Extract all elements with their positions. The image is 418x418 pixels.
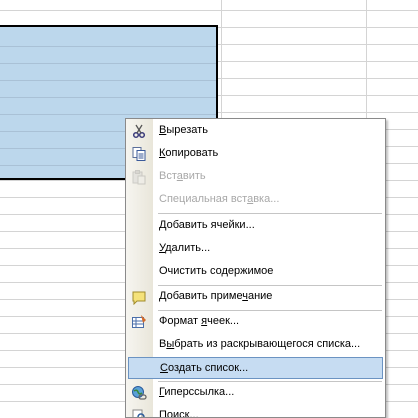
menu-item-cut[interactable]: Вырезать [128, 120, 383, 142]
menu-separator [158, 213, 382, 214]
selection-row-line [0, 63, 216, 64]
menu-item-label: Добавить примечание [159, 290, 273, 302]
selection-row-line [0, 46, 216, 47]
hyperlink-icon [131, 385, 147, 401]
menu-item-label: Вставить [159, 170, 206, 182]
menu-item-research[interactable]: Поиск... [128, 405, 383, 418]
comment-icon [131, 289, 147, 306]
menu-item-label: Копировать [159, 147, 219, 159]
menu-item-label: Специальная вставка... [159, 193, 280, 205]
menu-item-hyperlink[interactable]: Гиперссылка... [128, 382, 383, 404]
menu-item-clear-contents[interactable]: Очистить содержимое [128, 261, 383, 283]
menu-item-label: Добавить ячейки... [159, 219, 255, 231]
menu-item-format-cells[interactable]: Формат ячеек... [128, 311, 383, 333]
menu-item-label: Выбрать из раскрывающегося списка... [159, 338, 361, 350]
selection-row-line [0, 97, 216, 98]
menu-item-label: Создать список... [160, 362, 249, 374]
menu-item-paste-special[interactable]: Специальная вставка... [128, 189, 383, 211]
menu-item-label: Поиск... [159, 409, 199, 418]
grid-row-line [0, 10, 418, 11]
menu-item-label: Гиперссылка... [159, 386, 235, 398]
scissors-icon [131, 123, 147, 139]
copy-icon [131, 146, 147, 162]
menu-item-label: Удалить... [159, 242, 211, 254]
format-cells-icon [131, 314, 147, 330]
menu-item-label: Очистить содержимое [159, 265, 274, 277]
context-menu: Вырезать Копировать Вставить Специальная… [125, 118, 386, 418]
menu-item-delete[interactable]: Удалить... [128, 238, 383, 260]
menu-item-insert-cells[interactable]: Добавить ячейки... [128, 215, 383, 237]
menu-item-create-list[interactable]: Создать список... [128, 357, 383, 379]
search-icon [131, 408, 147, 417]
selection-row-line [0, 114, 216, 115]
selection-row-line [0, 80, 216, 81]
menu-item-insert-comment[interactable]: Добавить примечание [128, 286, 383, 308]
paste-icon [131, 169, 147, 185]
menu-item-label: Вырезать [159, 124, 208, 136]
menu-item-paste[interactable]: Вставить [128, 166, 383, 188]
menu-item-pick-from-list[interactable]: Выбрать из раскрывающегося списка... [128, 334, 383, 356]
menu-item-label: Формат ячеек... [159, 315, 240, 327]
menu-item-copy[interactable]: Копировать [128, 143, 383, 165]
